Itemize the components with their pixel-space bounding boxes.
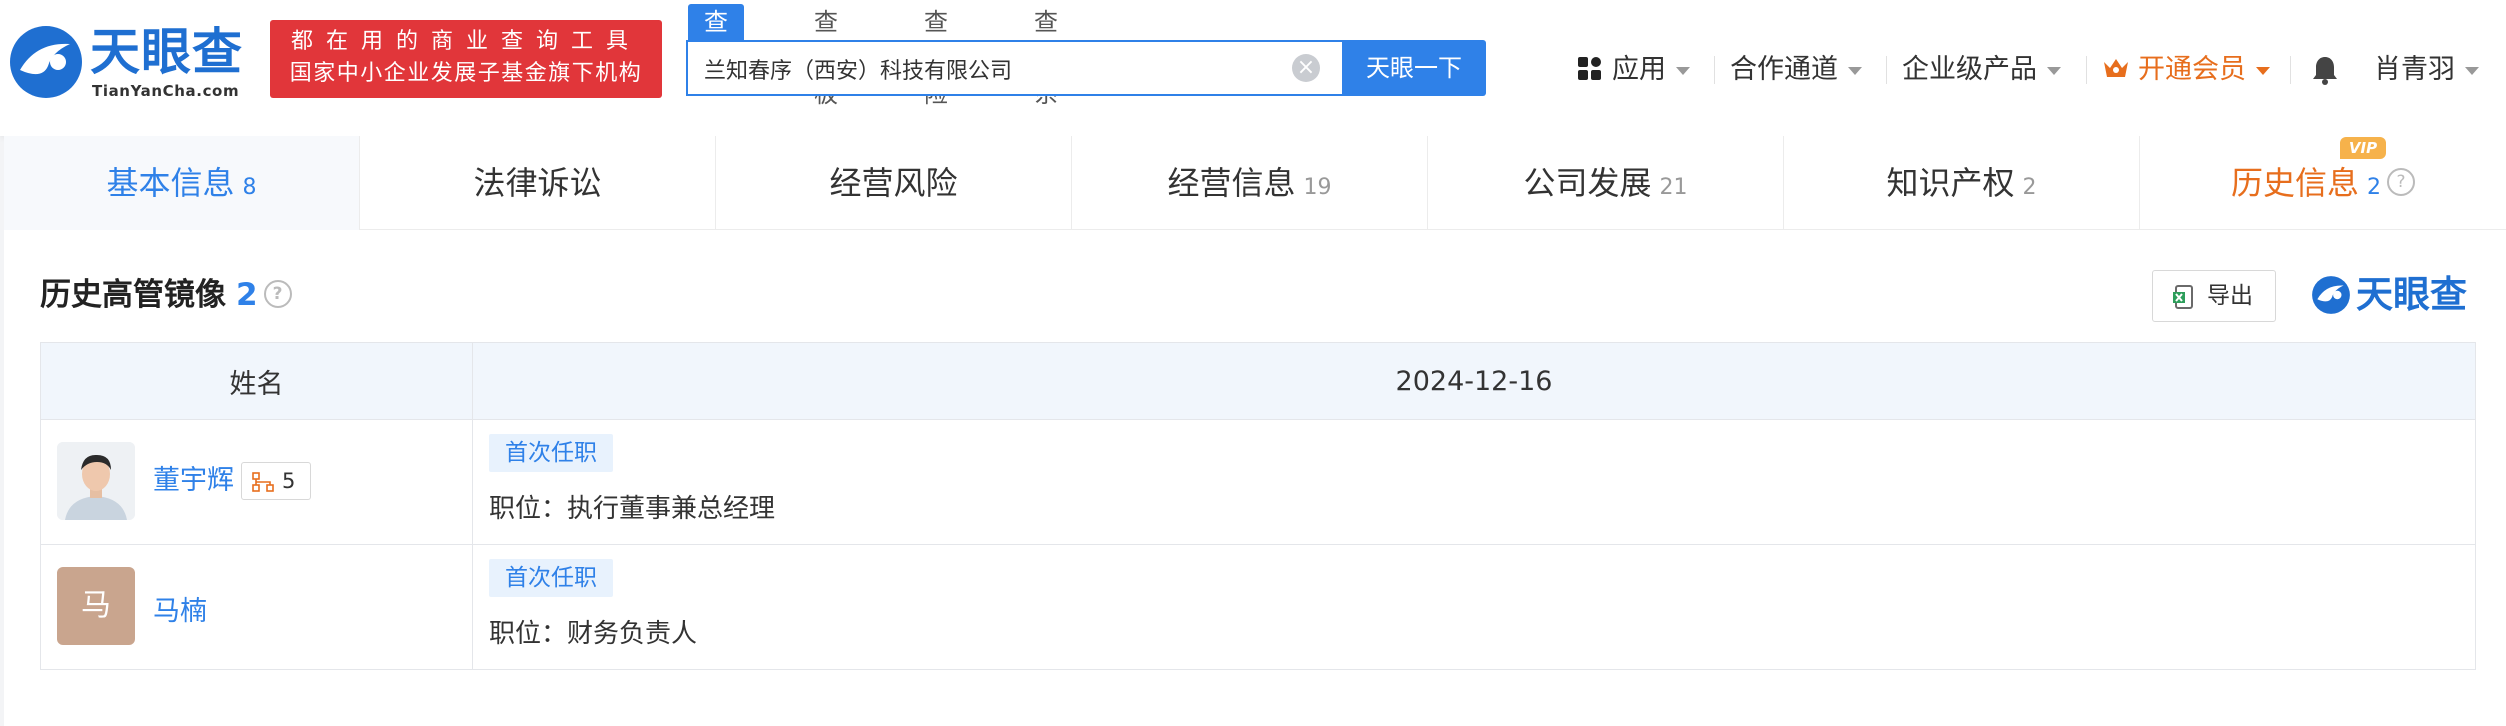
search-tab-relation[interactable]: 查关系 [1018, 4, 1074, 108]
tab-count: 2 [2367, 175, 2381, 200]
avatar[interactable]: 马 [57, 567, 135, 645]
help-icon[interactable]: ? [263, 279, 292, 308]
slogan-banner[interactable]: 都在用的商业查询工具 国家中小企业发展子基金旗下机构 [270, 20, 662, 98]
logo-text: 天眼查 [90, 23, 243, 81]
chevron-down-icon [2047, 66, 2061, 75]
search-button[interactable]: 天眼一下 [1342, 40, 1486, 96]
watermark-text: 天眼查 [2356, 273, 2467, 316]
nav-enterprise[interactable]: 企业级产品 [1902, 50, 2061, 90]
person-photo-icon [57, 442, 135, 520]
person-name-link[interactable]: 马楠 [153, 589, 207, 628]
slogan-line1: 都在用的商业查询工具 [290, 29, 641, 54]
tab-count: 19 [1303, 175, 1332, 200]
help-icon[interactable]: ? [2387, 168, 2415, 196]
chevron-down-icon [2256, 66, 2270, 75]
tab-count: 2 [2022, 175, 2037, 200]
relation-graph-icon [252, 472, 274, 492]
nav-partner-label: 合作通道 [1730, 54, 1838, 85]
relation-count: 5 [282, 469, 296, 493]
table-row: 董宇辉 5 首次任职 职位：执行董事兼总经理 [40, 419, 2476, 545]
tianyancha-watermark: 天眼查 [2310, 272, 2480, 318]
export-label: 导出 [2207, 283, 2253, 309]
person-name-link[interactable]: 董宇辉 [153, 458, 234, 497]
relation-count-badge[interactable]: 5 [241, 462, 311, 500]
tab-label: 经营信息 [1167, 164, 1296, 202]
logo-domain: TianYanCha.com [92, 82, 240, 100]
excel-icon [2173, 285, 2193, 309]
nav-user[interactable]: 肖青羽 [2374, 50, 2479, 90]
apps-grid-icon [1578, 56, 1602, 81]
position-text: 职位：财务负责人 [489, 619, 698, 649]
position-cell: 首次任职 职位：执行董事兼总经理 [472, 419, 2476, 545]
tab-count: 8 [242, 175, 257, 200]
top-header: 天眼查 TianYanCha.com 都在用的商业查询工具 国家中小企业发展子基… [0, 0, 2506, 136]
vip-badge: VIP [2340, 137, 2386, 159]
nav-enterprise-label: 企业级产品 [1902, 54, 2037, 85]
user-name: 肖青羽 [2374, 54, 2455, 85]
search-tab-boss[interactable]: 查老板 [798, 4, 854, 108]
section-title: 历史高管镜像 2? [40, 274, 292, 316]
tab-history[interactable]: 历史信息 2? [2140, 136, 2506, 230]
nav-apps-label: 应用 [1612, 54, 1666, 85]
search-tab-company[interactable]: 查公司 [688, 4, 744, 108]
tab-ip[interactable]: 知识产权 2 [1784, 136, 2140, 230]
search-input[interactable] [702, 42, 1266, 96]
clear-search-icon[interactable]: × [1292, 54, 1320, 82]
tab-label: 经营风险 [829, 164, 958, 202]
nav-partner[interactable]: 合作通道 [1730, 50, 1862, 90]
logo-mark-icon [2312, 276, 2350, 314]
tab-label: 知识产权 [1886, 164, 2015, 202]
tab-count: 21 [1659, 175, 1688, 200]
tab-development[interactable]: 公司发展 21 [1428, 136, 1784, 230]
position-cell: 首次任职 职位：财务负责人 [472, 544, 2476, 670]
tab-label: 法律诉讼 [473, 164, 602, 202]
search-tab-risk[interactable]: 查风险 [908, 4, 964, 108]
table-row: 马 马楠 首次任职 职位：财务负责人 [40, 544, 2476, 670]
tab-legal[interactable]: 法律诉讼 [360, 136, 716, 230]
nav-divider [2086, 56, 2087, 84]
chevron-down-icon [1676, 66, 1690, 75]
nav-divider [1714, 56, 1715, 84]
first-appointment-tag: 首次任职 [489, 434, 613, 472]
main-content: 历史高管镜像 2? 导出 天眼查 姓名 2024-12-16 董宇辉 5 首次任… [4, 230, 2506, 726]
tab-business-info[interactable]: 经营信息 19 [1072, 136, 1428, 230]
section-count: 2 [236, 277, 258, 313]
tianyancha-logo[interactable]: 天眼查 TianYanCha.com [6, 22, 256, 102]
nav-divider [2290, 56, 2291, 84]
first-appointment-tag: 首次任职 [489, 559, 613, 597]
company-section-tabs: 基本信息 8 法律诉讼 经营风险 经营信息 19 公司发展 21 知识产权 2 历史信息… [4, 136, 2506, 230]
position-text: 职位：执行董事兼总经理 [489, 494, 776, 524]
tab-label: 公司发展 [1523, 164, 1652, 202]
executives-table: 姓名 2024-12-16 董宇辉 5 首次任职 职位：执行董事兼总经理 马 马… [40, 342, 2476, 670]
bell-icon[interactable] [2310, 54, 2340, 86]
slogan-line2: 国家中小企业发展子基金旗下机构 [289, 61, 643, 86]
tab-label: 历史信息 [2230, 164, 2359, 202]
chevron-down-icon [2465, 66, 2479, 75]
name-cell: 马 马楠 [40, 544, 473, 670]
nav-divider [1886, 56, 1887, 84]
table-header-row: 姓名 2024-12-16 [40, 342, 2476, 420]
nav-vip-label: 开通会员 [2138, 54, 2246, 85]
tab-basic-info[interactable]: 基本信息 8 [4, 136, 360, 230]
tab-business-risk[interactable]: 经营风险 [716, 136, 1072, 230]
nav-apps[interactable]: 应用 [1578, 50, 1690, 90]
export-button[interactable]: 导出 [2152, 270, 2276, 322]
nav-vip[interactable]: 开通会员 [2102, 50, 2270, 90]
column-header-name: 姓名 [40, 342, 473, 420]
name-cell: 董宇辉 5 [40, 419, 473, 545]
crown-icon [2104, 58, 2128, 77]
logo-mark-icon [10, 26, 82, 98]
chevron-down-icon [1848, 66, 1862, 75]
column-header-date: 2024-12-16 [472, 342, 2476, 420]
search-box: × [686, 40, 1346, 96]
section-title-text: 历史高管镜像 [40, 277, 226, 313]
avatar[interactable] [57, 442, 135, 520]
tab-label: 基本信息 [106, 164, 235, 202]
